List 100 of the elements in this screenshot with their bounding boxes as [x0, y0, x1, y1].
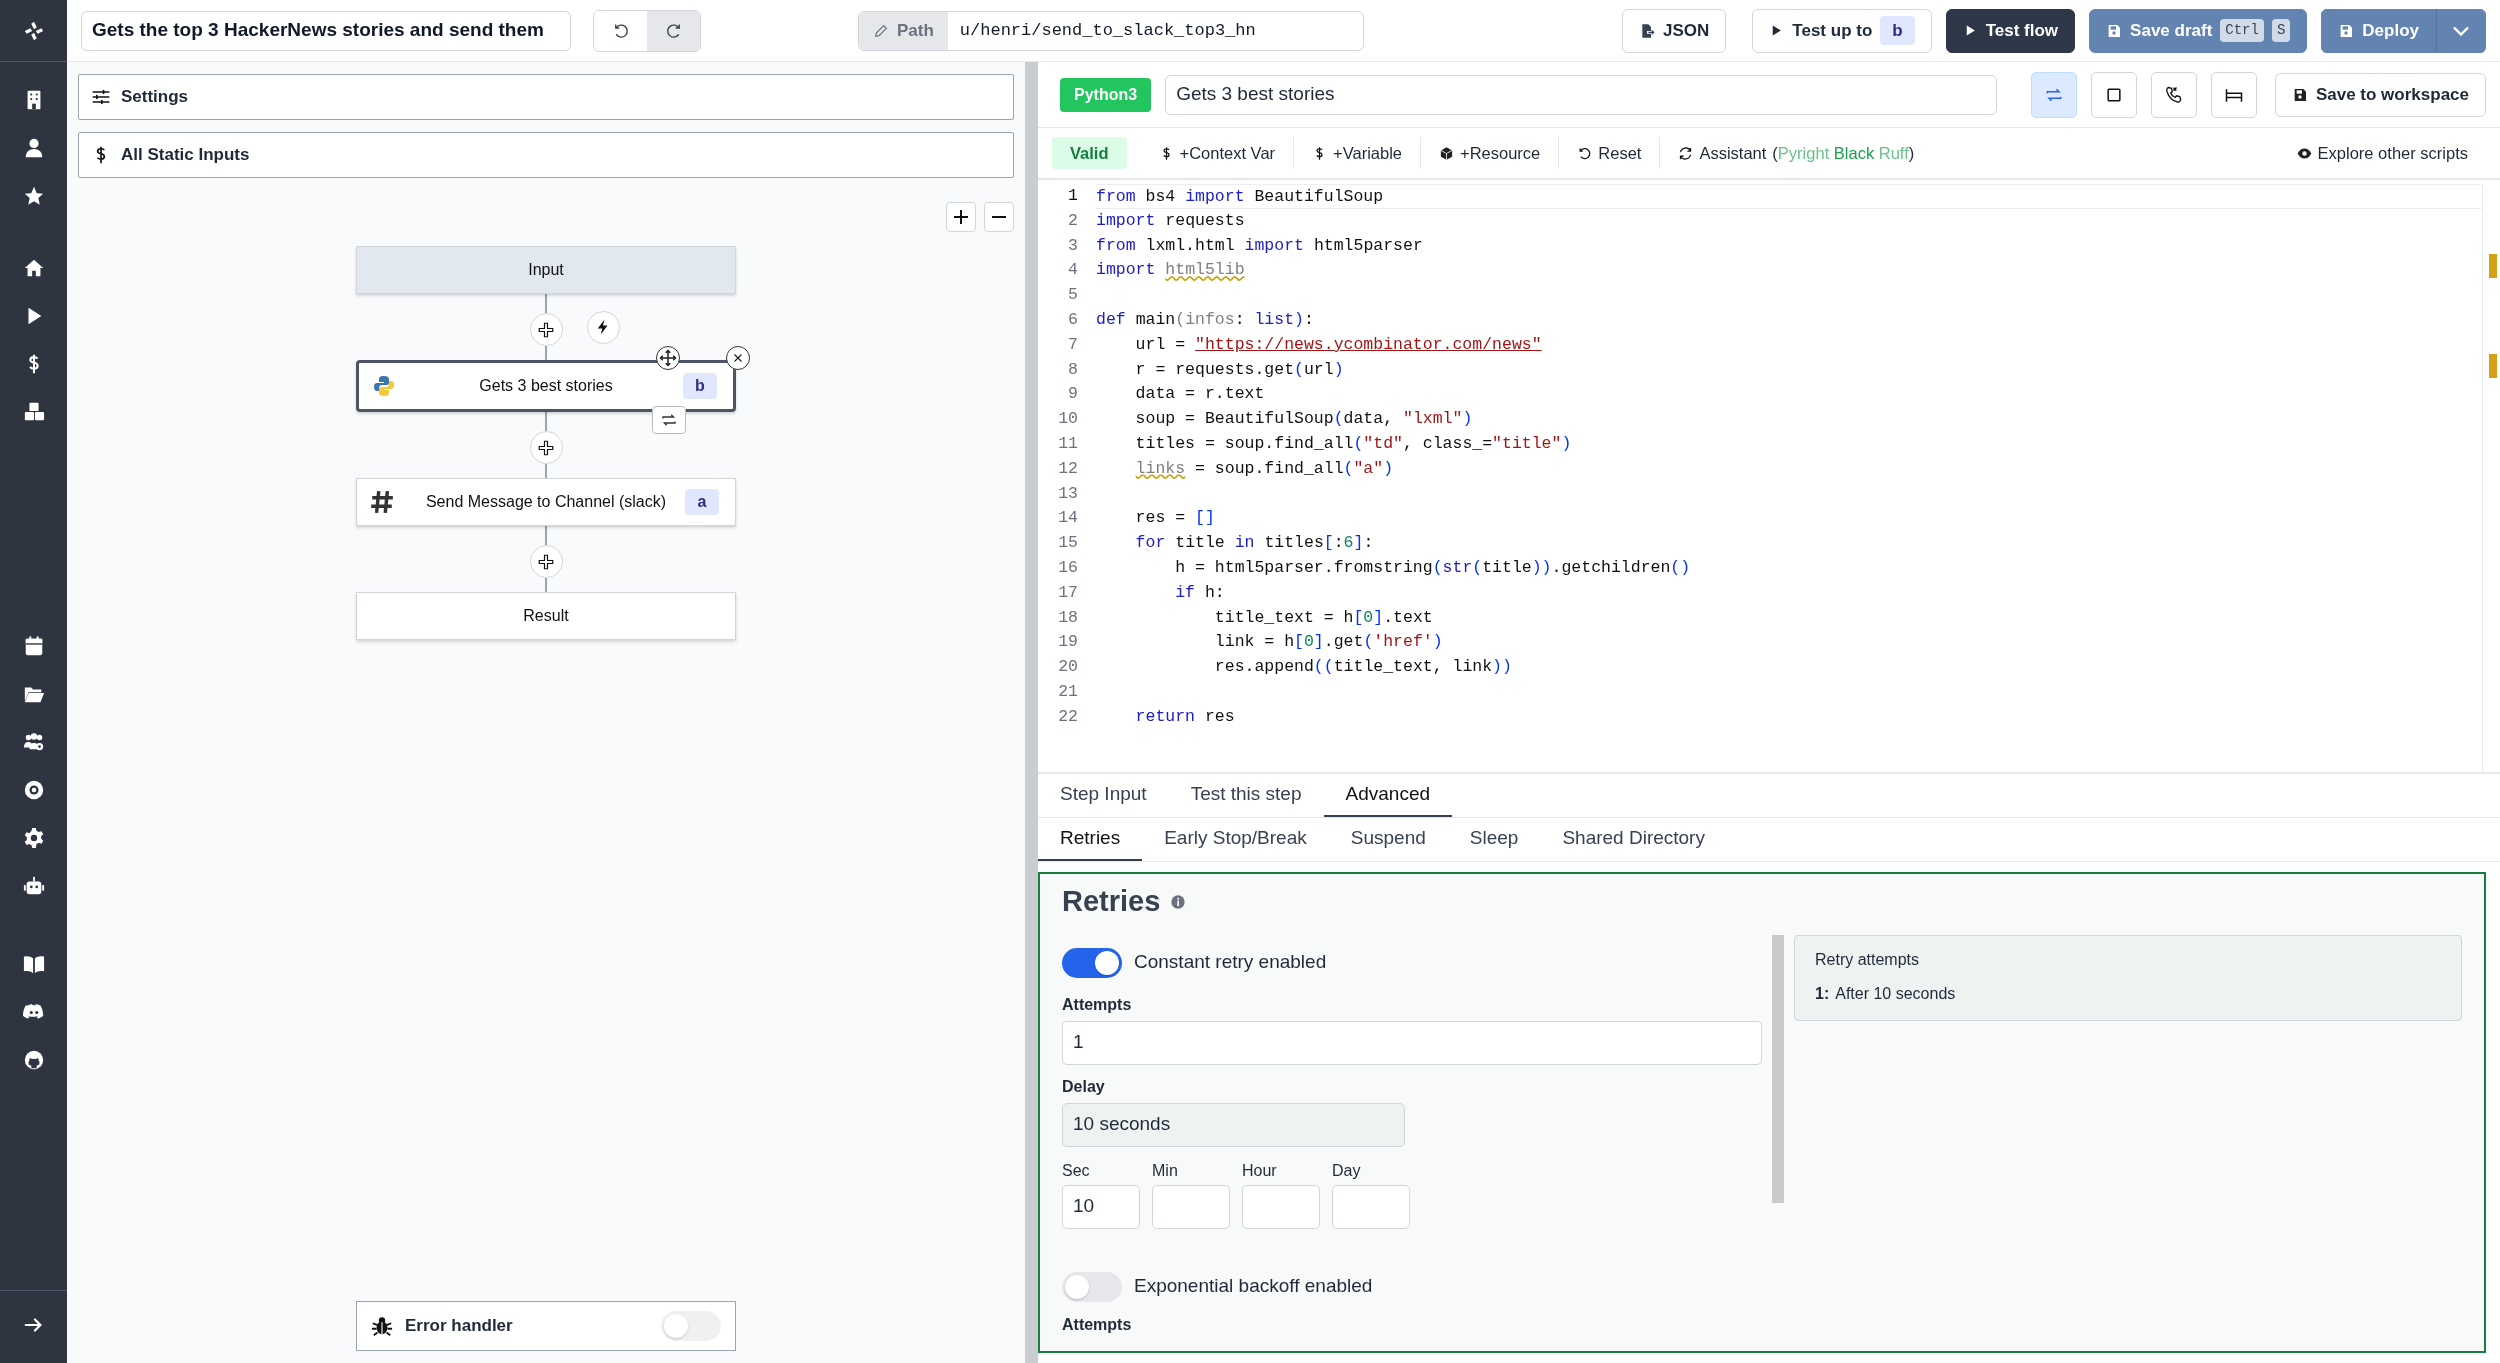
resource-button[interactable]: +Resource	[1421, 136, 1560, 170]
time-unit-field[interactable]	[1152, 1184, 1230, 1229]
shortcut-key: S	[2271, 19, 2291, 42]
section-bar[interactable]: All Static Inputs	[78, 132, 1014, 178]
move-handle[interactable]	[656, 346, 680, 370]
save-draft-button[interactable]: Save draft Ctrl S	[2089, 8, 2308, 53]
robot-icon	[22, 875, 45, 897]
users-icon	[22, 731, 45, 753]
attempt-index: 1:	[1815, 983, 1830, 1004]
connector-line	[545, 464, 547, 478]
plus-icon	[537, 552, 555, 571]
tab[interactable]: Test this step	[1168, 774, 1324, 817]
chevron-down-icon	[2452, 25, 2470, 36]
python-icon	[372, 374, 396, 398]
tab[interactable]: Retries	[1038, 818, 1143, 861]
phone-button[interactable]	[2150, 71, 2197, 118]
scrollbar[interactable]	[1772, 934, 1784, 1203]
info-icon	[1170, 894, 1187, 910]
attempts-field[interactable]: 1	[1062, 1020, 1762, 1065]
switch-toggle[interactable]	[1062, 947, 1122, 978]
node-label: Input	[527, 260, 565, 280]
field-label: Attempts	[1062, 1314, 1133, 1335]
deploy-button[interactable]: Deploy	[2321, 8, 2436, 53]
line-number: 9	[1068, 383, 1078, 406]
add-step-button[interactable]	[529, 545, 563, 578]
square-button[interactable]	[2090, 71, 2137, 118]
code-line: data = r.text	[1134, 383, 1266, 406]
save-icon	[2338, 22, 2355, 39]
assistant-button[interactable]: Assistant (Pyright Black Ruff)	[1660, 136, 1933, 170]
dropdown-button[interactable]	[2436, 8, 2486, 53]
flow-node[interactable]: Result	[356, 592, 736, 640]
code-line: import html5lib	[1096, 259, 1246, 282]
flow-node[interactable]: Gets 3 best stories b	[356, 360, 736, 412]
test-flow-button[interactable]: Test flow	[1945, 8, 2076, 53]
switch-toggle[interactable]	[1062, 1271, 1122, 1302]
delay-field[interactable]: 10 seconds	[1062, 1102, 1405, 1147]
line-number: 20	[1058, 656, 1078, 679]
undo-icon	[1577, 145, 1593, 161]
section-bar[interactable]: Settings	[78, 74, 1014, 120]
trigger-button[interactable]	[586, 310, 620, 344]
settings-icon	[22, 827, 45, 849]
time-unit-field[interactable]: 10	[1062, 1184, 1140, 1229]
flow-node[interactable]: Send Message to Channel (slack) a	[356, 478, 736, 526]
context-button[interactable]: +Context Var	[1140, 136, 1295, 170]
tab[interactable]: Early Stop/Break	[1142, 818, 1329, 861]
code-line: from bs4 import BeautifulSoup	[1096, 184, 2482, 209]
code-line: soup = BeautifulSoup(data, "lxml")	[1134, 408, 1474, 431]
flow-node[interactable]: Input	[356, 246, 736, 294]
plus-icon	[537, 320, 555, 339]
json-button[interactable]: JSON	[1622, 8, 1727, 53]
refresh-icon	[1678, 145, 1694, 161]
save-to-workspace-button[interactable]: Save to workspace	[2274, 72, 2486, 117]
line-number: 3	[1068, 234, 1078, 257]
line-number: 7	[1068, 333, 1078, 356]
explore-scripts-link[interactable]: Explore other scripts	[2278, 136, 2486, 170]
code-line: res.append((title_text, link))	[1213, 656, 1513, 679]
error-handler-label: Error handler	[405, 1315, 513, 1338]
zoom-in-button[interactable]	[946, 202, 976, 232]
redo-button[interactable]	[647, 10, 700, 51]
add-step-button[interactable]	[529, 313, 563, 346]
retries-title: Retries	[1062, 884, 1161, 920]
time-unit-field[interactable]	[1242, 1184, 1320, 1229]
step-badge: a	[685, 489, 719, 515]
redo-icon	[664, 21, 683, 40]
line-number: 13	[1058, 482, 1078, 505]
linter-list: (Pyright Black Ruff)	[1772, 140, 1915, 166]
warning-marker	[2489, 254, 2497, 278]
zoom-out-button[interactable]	[984, 202, 1014, 232]
home-icon	[22, 257, 45, 279]
splitter-handle[interactable]	[1025, 62, 1038, 1363]
field-label: Day	[1332, 1160, 1362, 1181]
switch-toggle[interactable]	[661, 1311, 721, 1341]
tab[interactable]: Sleep	[1447, 818, 1541, 861]
flow-title-field[interactable]: Gets the top 3 HackerNews stories and send them	[81, 10, 571, 51]
add-step-button[interactable]	[529, 431, 563, 464]
tab[interactable]: Step Input	[1038, 774, 1169, 817]
cube-icon	[1439, 145, 1455, 161]
loop-button[interactable]	[652, 406, 686, 434]
time-unit-field[interactable]	[1332, 1184, 1410, 1229]
language-badge: Python3	[1060, 77, 1152, 112]
close-button[interactable]	[726, 346, 750, 370]
code-line: titles = soup.find_all("td", class_="title")	[1134, 432, 1573, 455]
code-line: title_text = h[0].text	[1213, 606, 1434, 629]
tab[interactable]: Shared Directory	[1540, 818, 1727, 861]
book-icon	[22, 953, 45, 975]
line-number: 18	[1058, 606, 1078, 629]
variable-button[interactable]: +Variable	[1294, 136, 1422, 170]
line-number: 1	[1068, 185, 1078, 207]
tab[interactable]: Advanced	[1323, 774, 1453, 817]
retry-attempts-title: Retry attempts	[1815, 949, 1921, 970]
test-up-to-button[interactable]: Test up to b	[1752, 8, 1932, 53]
code-line: if h:	[1174, 581, 1226, 604]
bed-button[interactable]	[2210, 71, 2257, 118]
reset-button[interactable]: Reset	[1559, 136, 1661, 170]
connector-line	[545, 346, 547, 360]
line-number: 6	[1068, 309, 1078, 331]
summary-field[interactable]: Gets 3 best stories	[1165, 74, 1997, 115]
node-label: Send Message to Channel (slack)	[424, 492, 668, 512]
status-badge: Valid	[1052, 136, 1127, 170]
tab[interactable]: Suspend	[1328, 818, 1448, 861]
